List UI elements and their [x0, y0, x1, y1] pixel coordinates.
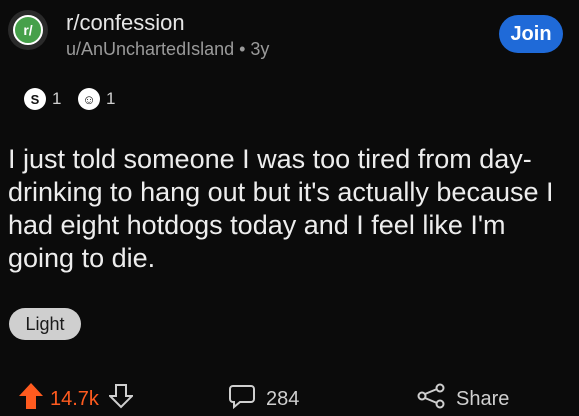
post-actions: 14.7k 284 Share	[0, 382, 579, 416]
subreddit-avatar[interactable]: r/	[8, 10, 48, 50]
wholesome-award-icon: ☺	[78, 88, 100, 110]
post-header: r/ r/confession u/AnUnchartedIsland • 3y…	[8, 6, 571, 59]
silver-award-icon: S	[24, 88, 46, 110]
comment-count: 284	[266, 387, 300, 410]
award-count: 1	[106, 89, 116, 108]
award-count: 1	[52, 89, 62, 108]
post-body: I just told someone I was too tired from…	[8, 144, 554, 273]
upvote-icon[interactable]	[18, 382, 44, 416]
comment-icon	[228, 383, 256, 415]
downvote-icon[interactable]	[107, 383, 135, 415]
subreddit-name[interactable]: r/confession	[66, 10, 185, 36]
join-button[interactable]: Join	[499, 15, 563, 53]
share-icon	[416, 383, 446, 415]
vote-group: 14.7k	[18, 382, 135, 416]
post-meta[interactable]: u/AnUnchartedIsland • 3y	[66, 39, 269, 60]
vote-count: 14.7k	[50, 387, 99, 410]
award-wholesome[interactable]: ☺ 1	[78, 84, 115, 114]
award-silver[interactable]: S 1	[24, 84, 61, 114]
subreddit-icon: r/	[13, 15, 43, 45]
share-label: Share	[456, 387, 510, 410]
comments-button[interactable]: 284	[228, 384, 299, 414]
share-button[interactable]: Share	[416, 383, 510, 415]
post-flair[interactable]: Light	[9, 308, 81, 340]
